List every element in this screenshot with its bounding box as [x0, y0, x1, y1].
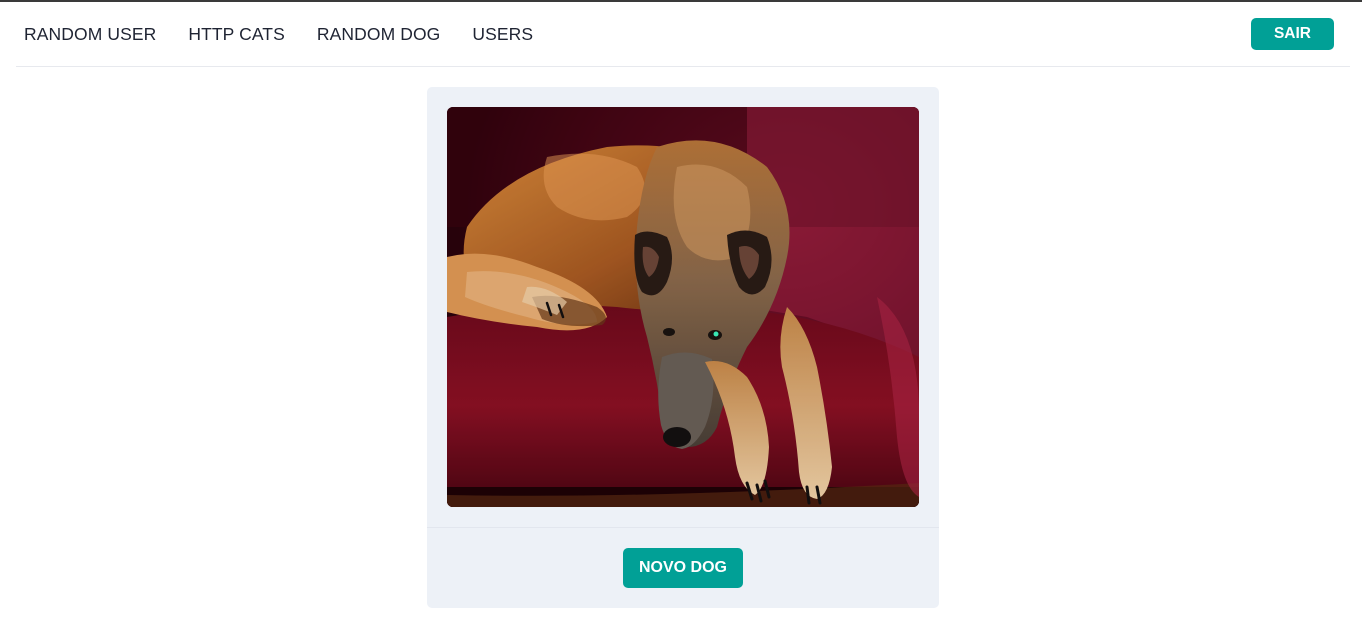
nav-link-random-user[interactable]: RANDOM USER: [24, 24, 156, 45]
nav-links: RANDOM USER HTTP CATS RANDOM DOG USERS: [24, 2, 565, 66]
top-navbar: RANDOM USER HTTP CATS RANDOM DOG USERS S…: [16, 2, 1350, 67]
nav-link-http-cats[interactable]: HTTP CATS: [188, 24, 285, 45]
dog-card-body: [427, 87, 939, 528]
logout-button[interactable]: SAIR: [1251, 18, 1334, 50]
new-dog-button[interactable]: NOVO DOG: [623, 548, 743, 588]
dog-card-footer: NOVO DOG: [427, 528, 939, 608]
nav-link-users[interactable]: USERS: [472, 24, 533, 45]
dog-photo: [447, 107, 919, 507]
dog-card: NOVO DOG: [427, 87, 939, 608]
nav-link-random-dog[interactable]: RANDOM DOG: [317, 24, 441, 45]
